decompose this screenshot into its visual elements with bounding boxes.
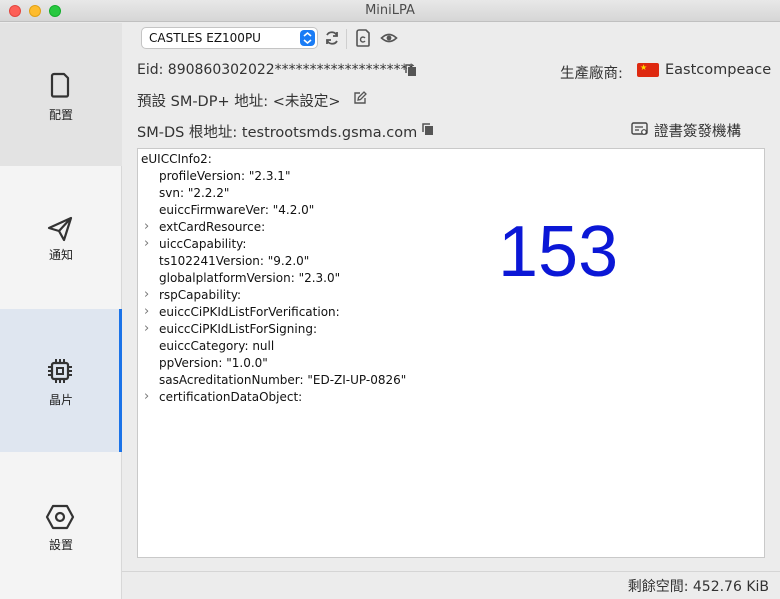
- sidebar-item-label: 設置: [48, 538, 73, 552]
- tree-node-label: eUICCInfo2:: [141, 152, 212, 166]
- tree-node-label: uiccCapability:: [159, 237, 247, 251]
- free-space-label: 剩餘空間: 452.76 KiB: [627, 579, 769, 595]
- tree-node: euiccCategory: null: [159, 339, 274, 353]
- tree-node-expandable[interactable]: euiccCiPKIdListForSigning:: [159, 322, 317, 336]
- tree-node-label: certificationDataObject:: [159, 390, 303, 404]
- china-flag-icon: ★: [637, 63, 659, 77]
- certificate-icon: [631, 122, 648, 135]
- sidebar-item-label: 晶片: [48, 393, 73, 407]
- chevron-right-icon[interactable]: ›: [144, 321, 149, 336]
- tree-node: eUICCInfo2:: [141, 152, 212, 166]
- sidebar-item-notifications[interactable]: 通知: [0, 166, 122, 309]
- tree-node-label: ppVersion: "1.0.0": [159, 356, 268, 370]
- tree-node-label: ts102241Version: "9.2.0": [159, 254, 310, 268]
- tree-node-expandable[interactable]: euiccCiPKIdListForVerification:: [159, 305, 340, 319]
- chevron-right-icon[interactable]: ›: [144, 219, 149, 234]
- tree-node-label: euiccCategory: null: [159, 339, 275, 353]
- sidebar-item-label: 通知: [48, 248, 73, 262]
- tree-node-label: extCardResource:: [159, 220, 266, 234]
- tree-node: ppVersion: "1.0.0": [159, 356, 268, 370]
- overlay-number: 153: [498, 212, 619, 292]
- eye-icon[interactable]: [380, 29, 398, 47]
- active-indicator: [119, 309, 122, 452]
- tree-node: svn: "2.2.2": [159, 186, 229, 200]
- chevron-right-icon[interactable]: ›: [144, 389, 149, 404]
- gear-hex-icon: [45, 504, 75, 530]
- sidebar-item-profiles[interactable]: 配置: [0, 23, 122, 166]
- tree-node-label: euiccFirmwareVer: "4.2.0": [159, 203, 315, 217]
- tree-node-label: euiccCiPKIdListForVerification:: [159, 305, 340, 319]
- manufacturer-name: Eastcompeace: [665, 62, 772, 78]
- device-select-value: CASTLES EZ100PU: [149, 31, 261, 45]
- sidebar-item-chip[interactable]: 晶片: [0, 309, 122, 452]
- window-title: MiniLPA: [365, 3, 415, 18]
- app-window: MiniLPA 配置 通知 晶片 設置 CASTLES EZ100PU Eid:…: [0, 0, 780, 599]
- tree-node-expandable[interactable]: certificationDataObject:: [159, 390, 302, 404]
- device-select[interactable]: CASTLES EZ100PU: [141, 27, 318, 49]
- sidebar: 配置 通知 晶片 設置: [0, 23, 122, 599]
- chevron-updown-icon: [300, 30, 315, 46]
- tree-node: globalplatformVersion: "2.3.0": [159, 271, 340, 285]
- copy-icon[interactable]: [421, 122, 435, 136]
- default-smdp-address: 預設 SM-DP+ 地址: <未設定>: [137, 94, 341, 110]
- chevron-right-icon[interactable]: ›: [144, 304, 149, 319]
- tree-node-label: svn: "2.2.2": [159, 186, 230, 200]
- tree-node: profileVersion: "2.3.1": [159, 169, 290, 183]
- sidebar-item-label: 配置: [48, 108, 73, 122]
- tree-node-label: profileVersion: "2.3.1": [159, 169, 291, 183]
- title-bar: MiniLPA: [0, 0, 780, 22]
- tree-node: ts102241Version: "9.2.0": [159, 254, 309, 268]
- edit-icon[interactable]: [353, 91, 367, 105]
- tree-node-expandable[interactable]: rspCapability:: [159, 288, 241, 302]
- certificate-issuer-label: 證書簽發機構: [654, 124, 741, 140]
- copy-icon[interactable]: [404, 63, 418, 77]
- tree-node: sasAcreditationNumber: "ED-ZI-UP-0826": [159, 373, 406, 387]
- refresh-icon[interactable]: [323, 29, 341, 47]
- manufacturer-label: 生產廠商:: [560, 66, 623, 82]
- tree-node: euiccFirmwareVer: "4.2.0": [159, 203, 314, 217]
- tree-node-label: euiccCiPKIdListForSigning:: [159, 322, 317, 336]
- chevron-right-icon[interactable]: ›: [144, 287, 149, 302]
- tree-node-label: globalplatformVersion: "2.3.0": [159, 271, 341, 285]
- paper-plane-icon: [47, 216, 73, 242]
- euicc-info-tree[interactable]: eUICCInfo2: profileVersion: "2.3.1" svn: "…: [137, 148, 765, 558]
- sim-card-icon[interactable]: [354, 28, 372, 48]
- tree-node-label: rspCapability:: [159, 288, 242, 302]
- chevron-right-icon[interactable]: ›: [144, 236, 149, 251]
- chip-icon: [48, 359, 72, 383]
- tree-node-label: sasAcreditationNumber: "ED-ZI-UP-0826": [159, 373, 407, 387]
- profile-card-icon: [50, 72, 70, 98]
- tree-node-expandable[interactable]: uiccCapability:: [159, 237, 246, 251]
- tree-node-expandable[interactable]: extCardResource:: [159, 220, 265, 234]
- smds-root-address: SM-DS 根地址: testrootsmds.gsma.com: [137, 125, 418, 141]
- eid-label: Eid: 890860302022********************: [137, 62, 415, 78]
- sidebar-item-settings[interactable]: 設置: [0, 452, 122, 595]
- status-bar: 剩餘空間: 452.76 KiB: [122, 571, 780, 599]
- certificate-issuer-button[interactable]: 證書簽發機構: [630, 118, 755, 140]
- toolbar-divider: [346, 29, 347, 49]
